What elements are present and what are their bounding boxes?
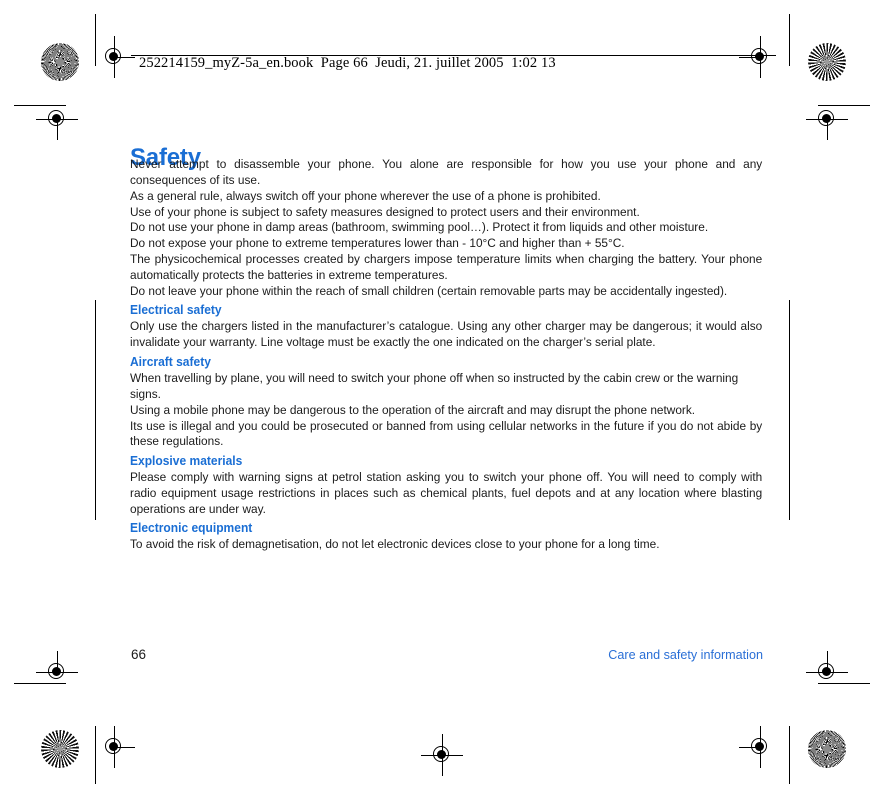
registration-target-bottom-center	[421, 734, 463, 776]
registration-starburst-top-right	[808, 43, 846, 81]
registration-target-right-lower	[806, 651, 848, 689]
trim-line-right-vertical	[789, 300, 791, 520]
paragraph: Only use the chargers listed in the manu…	[130, 319, 763, 350]
registration-target-left-lower	[36, 651, 78, 689]
trim-line-bottom-left-vertical	[95, 726, 97, 784]
registration-starburst-bottom-right	[808, 730, 846, 768]
registration-starburst-bottom-left	[41, 730, 79, 768]
registration-target-right-upper	[806, 102, 848, 140]
registration-starburst-top-left	[41, 43, 79, 81]
section-heading-aircraft-safety: Aircraft safety	[130, 354, 211, 369]
header-filename-text: 252214159_myZ-5a_en.book Page 66 Jeudi, …	[139, 55, 556, 71]
registration-target-bottom-right	[739, 726, 777, 768]
trim-line-left-vertical	[95, 300, 97, 520]
paragraph: When travelling by plane, you will need …	[130, 370, 739, 401]
paragraph: Do not expose your phone to extreme temp…	[130, 236, 625, 251]
paragraph: Use of your phone is subject to safety m…	[130, 204, 640, 219]
paragraph: Do not use your phone in damp areas (bat…	[130, 220, 709, 235]
trim-line-top-left-vertical	[95, 14, 97, 66]
paragraph: Please comply with warning signs at petr…	[130, 470, 763, 516]
trim-line-top-right-vertical	[789, 14, 791, 66]
section-heading-explosive-materials: Explosive materials	[130, 453, 243, 468]
paragraph: Never attempt to disassemble your phone.…	[130, 157, 763, 187]
paragraph: As a general rule, always switch off you…	[130, 188, 601, 203]
paragraph: Do not leave your phone within the reach…	[130, 283, 728, 298]
registration-target-top-left	[97, 36, 135, 78]
footer-page-number: 66	[131, 647, 147, 662]
section-heading-electrical-safety: Electrical safety	[130, 303, 222, 318]
registration-target-bottom-left	[97, 726, 135, 768]
section-heading-electronic-equipment: Electronic equipment	[130, 521, 253, 536]
document-body: Never attempt to disassemble your phone.…	[130, 157, 762, 553]
registration-target-left-upper	[36, 102, 78, 140]
paragraph: To avoid the risk of demagnetisation, do…	[130, 537, 660, 552]
registration-target-top-right	[739, 36, 777, 78]
trim-line-bottom-right-vertical	[789, 726, 791, 784]
footer-section-label: Care and safety information	[608, 648, 763, 662]
paragraph: The physicochemical processes created by…	[130, 252, 763, 282]
paragraph: Its use is illegal and you could be pros…	[130, 418, 763, 449]
paragraph: Using a mobile phone may be dangerous to…	[130, 402, 696, 417]
